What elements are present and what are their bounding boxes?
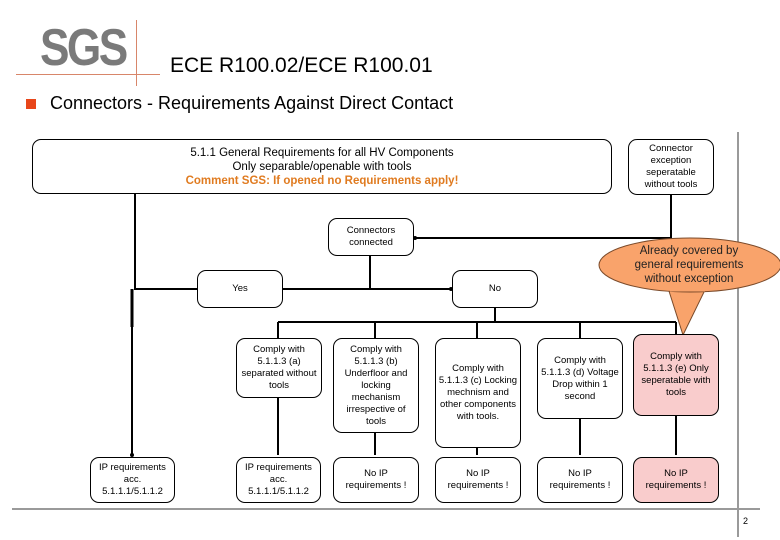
connector-general-to-yes — [134, 194, 200, 290]
comply-c-box: Comply with 5.1.1.3 (c) Locking mechnism… — [435, 338, 521, 448]
comply-b-box: Comply with 5.1.1.3 (b) Underfloor and l… — [333, 338, 419, 433]
general-requirements-box: 5.1.1 General Requirements for all HV Co… — [32, 139, 612, 194]
connectors-connected-box: Connectors connected — [328, 218, 414, 256]
comply-e-box: Comply with 5.1.1.3 (e) Only seperatable… — [633, 334, 719, 416]
no-ip-c-box: No IP requirements ! — [435, 457, 521, 503]
callout-pointer — [667, 287, 706, 337]
comply-d-box: Comply with 5.1.1.3 (d) Voltage Drop wit… — [537, 338, 623, 419]
connector-exception-box: Connector exception seperatable without … — [628, 139, 714, 195]
no-box: No — [452, 270, 538, 308]
no-ip-e-box: No IP requirements ! — [633, 457, 719, 503]
yes-box: Yes — [197, 270, 283, 308]
general-line-1: 5.1.1 General Requirements for all HV Co… — [190, 146, 454, 159]
connector-exception-to-connected — [415, 194, 672, 239]
ip-requirements-left-box: IP requirements acc. 5.1.1.1/5.1.1.2 — [90, 457, 175, 503]
ip-requirements-a-box: IP requirements acc. 5.1.1.1/5.1.1.2 — [236, 457, 321, 503]
sgs-comment: Comment SGS: If opened no Requirements a… — [185, 174, 459, 187]
no-ip-d-box: No IP requirements ! — [537, 457, 623, 503]
comply-a-box: Comply with 5.1.1.3 (a) separated withou… — [236, 338, 322, 398]
general-line-2: Only separable/openable with tools — [232, 160, 412, 173]
callout-text: Already covered by general requirements … — [634, 245, 744, 285]
no-ip-b-box: No IP requirements ! — [333, 457, 419, 503]
